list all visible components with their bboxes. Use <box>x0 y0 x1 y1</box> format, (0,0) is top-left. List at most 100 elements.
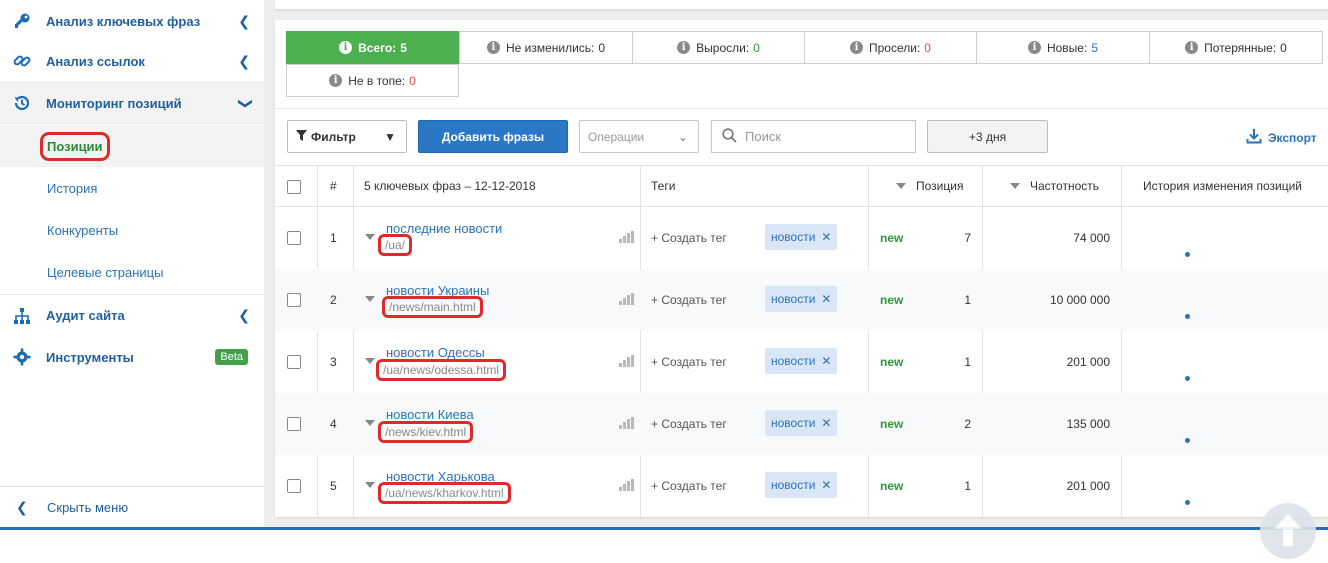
tab-not-in-top[interactable]: i Не в топе: 0 <box>286 64 459 97</box>
tag-label: новости <box>771 354 816 368</box>
table-row: 4 новости Киева /news/kiev.html + Создат… <box>275 393 1328 455</box>
remove-tag-icon[interactable]: ✕ <box>821 230 831 244</box>
url-link[interactable]: /news/main.html <box>382 296 483 318</box>
tab-label: Просели: <box>869 40 921 55</box>
keyword-link[interactable]: новости Киева <box>386 407 474 422</box>
sidebar-item-label: Мониторинг позиций <box>46 95 182 111</box>
table-row: 5 новости Харькова /ua/news/kharkov.html… <box>275 455 1328 517</box>
remove-tag-icon[interactable]: ✕ <box>821 292 831 306</box>
tab-increased[interactable]: i Выросли: 0 <box>632 31 805 64</box>
sidebar-item-site-audit[interactable]: Аудит сайта ❮ <box>0 294 264 336</box>
info-icon: i <box>677 41 691 54</box>
search-icon <box>722 127 737 146</box>
chart-icon[interactable] <box>619 231 634 243</box>
sidebar-subitem-competitors[interactable]: Конкуренты <box>0 209 264 251</box>
create-tag-link[interactable]: + Создать тег <box>651 293 727 307</box>
row-number: 4 <box>330 417 337 431</box>
keyword-link[interactable]: последние новости <box>386 221 502 236</box>
sidebar-subitem-label: История <box>47 180 98 196</box>
download-icon <box>1246 128 1262 147</box>
sidebar: Анализ ключевых фраз ❮ Анализ ссылок ❮ М… <box>0 0 264 527</box>
row-checkbox[interactable] <box>287 355 301 369</box>
status-badge: new <box>880 479 904 493</box>
operations-select[interactable]: Операции ⌄ <box>579 120 699 153</box>
create-tag-link[interactable]: + Создать тег <box>651 355 727 369</box>
url-link[interactable]: /news/kiev.html <box>377 421 474 443</box>
add-phrases-button[interactable]: Добавить фразы <box>418 120 568 153</box>
row-number: 1 <box>330 231 337 245</box>
col-frequency[interactable]: Частотность <box>1010 166 1099 206</box>
sidebar-item-link-analysis[interactable]: Анализ ссылок ❮ <box>0 40 264 82</box>
row-checkbox[interactable] <box>287 479 301 493</box>
tag-label: новости <box>771 416 816 430</box>
col-frequency-label: Частотность <box>1030 179 1099 193</box>
search-input[interactable] <box>745 129 905 144</box>
plus-3-days-button[interactable]: +3 дня <box>927 120 1048 153</box>
keyword-link[interactable]: новости Украины <box>386 283 489 298</box>
sidebar-item-label: Инструменты <box>46 349 134 365</box>
info-icon: i <box>339 41 353 54</box>
tag-label: новости <box>771 230 816 244</box>
remove-tag-icon[interactable]: ✕ <box>821 478 831 492</box>
table-row: 3 новости Одессы /ua/news/odessa.html + … <box>275 331 1328 393</box>
keyword-link[interactable]: новости Харькова <box>386 469 495 484</box>
tab-count: 0 <box>753 40 760 55</box>
sidebar-item-keyword-analysis[interactable]: Анализ ключевых фраз ❮ <box>0 0 264 42</box>
status-badge: new <box>880 417 904 431</box>
tab-count: 5 <box>1091 40 1099 55</box>
chevron-left-icon: ❮ <box>238 52 250 69</box>
row-checkbox[interactable] <box>287 293 301 307</box>
tab-label: Новые: <box>1046 40 1088 55</box>
tab-total[interactable]: i Всего: 5 <box>286 31 460 64</box>
sidebar-subitem-history[interactable]: История <box>0 167 264 209</box>
filter-icon <box>296 129 307 144</box>
sidebar-item-tools[interactable]: Инструменты Beta <box>0 336 264 378</box>
url-link[interactable]: /ua/ <box>377 234 413 256</box>
create-tag-link[interactable]: + Создать тег <box>651 417 727 431</box>
create-tag-link[interactable]: + Создать тег <box>651 479 727 493</box>
keyword-link[interactable]: новости Одессы <box>386 345 485 360</box>
chart-icon[interactable] <box>619 355 634 367</box>
frequency-value: 10 000 000 <box>1049 293 1110 307</box>
tab-count: 0 <box>409 73 416 88</box>
tab-count: 0 <box>598 40 606 55</box>
sidebar-subitem-positions[interactable]: Позиции <box>0 125 264 167</box>
top-panel <box>275 0 1328 10</box>
create-tag-link[interactable]: + Создать тег <box>651 231 727 245</box>
row-number: 5 <box>330 479 337 493</box>
hide-menu-button[interactable]: ❮ Скрыть меню <box>0 486 264 527</box>
gear-icon <box>12 347 32 367</box>
tab-decreased[interactable]: i Просели: 0 <box>804 31 977 64</box>
expand-icon[interactable] <box>365 482 375 488</box>
tab-label: Потерянные: <box>1204 40 1277 55</box>
position-value: 1 <box>964 293 971 307</box>
tag-chip: новости ✕ <box>765 410 838 436</box>
row-checkbox[interactable] <box>287 231 301 245</box>
scroll-to-top-button[interactable] <box>1260 503 1316 559</box>
url-link[interactable]: /ua/news/kharkov.html <box>378 482 511 504</box>
row-checkbox[interactable] <box>287 417 301 431</box>
expand-icon[interactable] <box>365 234 375 240</box>
frequency-value: 201 000 <box>1066 355 1110 369</box>
table-row: 1 последние новости /ua/ + Создать тег н… <box>275 207 1328 269</box>
sidebar-item-position-monitoring[interactable]: Мониторинг позиций ❮ <box>0 82 264 124</box>
chart-icon[interactable] <box>619 417 634 429</box>
chart-icon[interactable] <box>619 479 634 491</box>
chart-icon[interactable] <box>619 293 634 305</box>
tab-new[interactable]: i Новые: 5 <box>976 31 1150 64</box>
sidebar-subitem-target-pages[interactable]: Целевые страницы <box>0 251 264 293</box>
expand-icon[interactable] <box>365 358 375 364</box>
remove-tag-icon[interactable]: ✕ <box>821 354 831 368</box>
tab-lost[interactable]: i Потерянные: 0 <box>1149 31 1323 64</box>
remove-tag-icon[interactable]: ✕ <box>821 416 831 430</box>
url-link[interactable]: /ua/news/odessa.html <box>375 359 507 381</box>
expand-icon[interactable] <box>365 296 375 302</box>
select-all-checkbox[interactable] <box>287 180 301 194</box>
export-button[interactable]: Экспорт <box>1246 128 1317 147</box>
expand-icon[interactable] <box>365 420 375 426</box>
tag-chip: новости ✕ <box>765 472 838 498</box>
tab-unchanged[interactable]: i Не изменились: 0 <box>459 31 633 64</box>
filter-button[interactable]: Фильтр ▼ <box>287 120 407 153</box>
col-position[interactable]: Позиция <box>896 166 963 206</box>
sidebar-subitem-label: Целевые страницы <box>47 264 164 280</box>
